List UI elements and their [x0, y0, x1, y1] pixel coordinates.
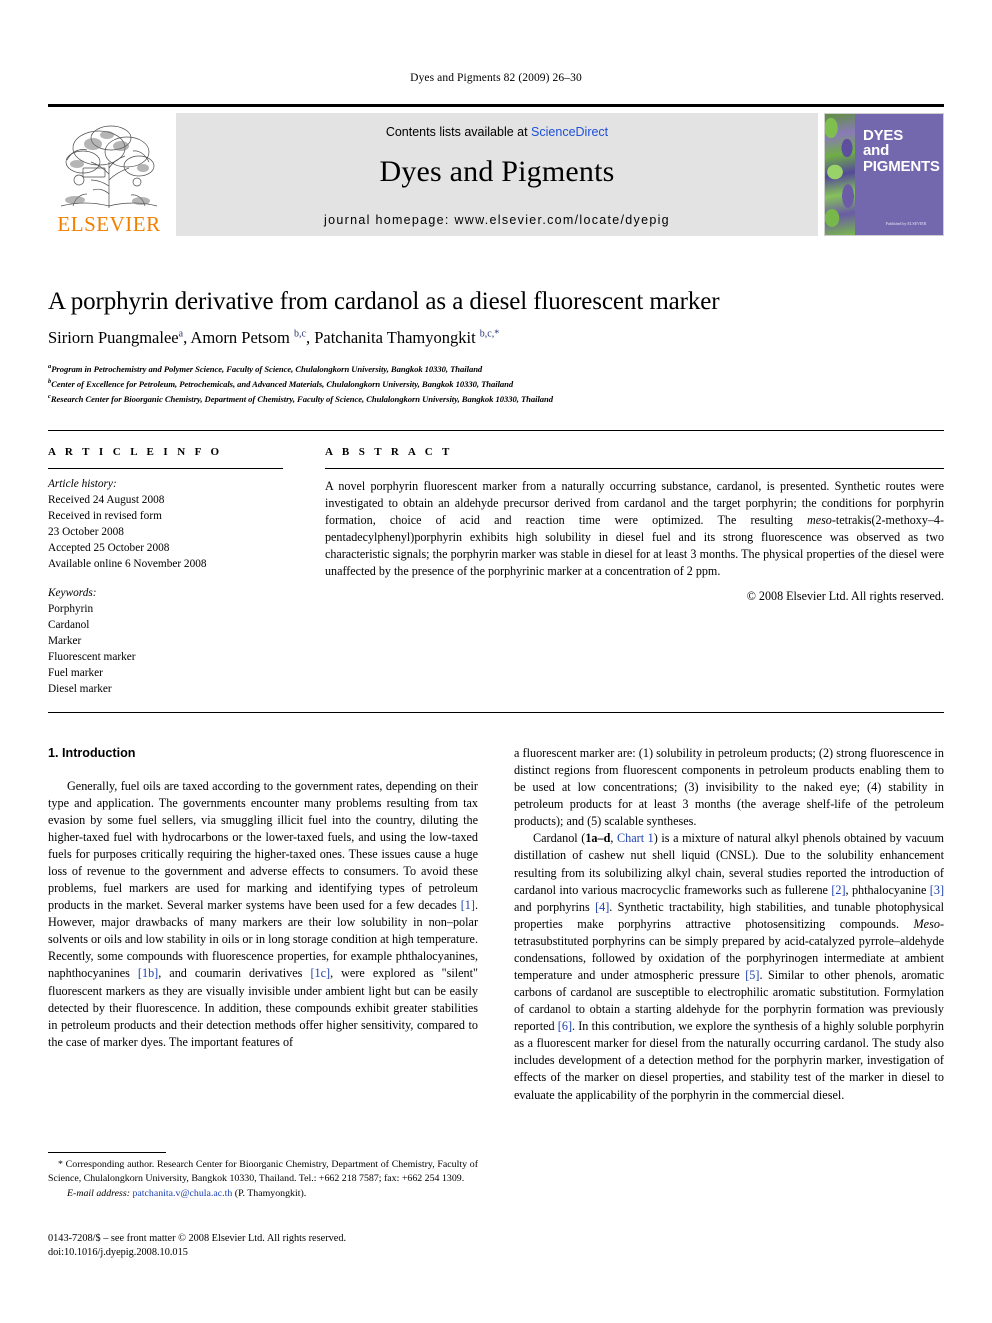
abstract-text: A novel porphyrin fluorescent marker fro… — [325, 479, 944, 579]
keyword-item: Fuel marker — [48, 667, 103, 680]
email-owner: (P. Thamyongkit). — [234, 1188, 307, 1200]
keyword-item: Cardanol — [48, 619, 90, 632]
affiliation-list: aProgram in Petrochemistry and Polymer S… — [48, 362, 928, 406]
article-history-item: Accepted 25 October 2008 — [48, 542, 170, 555]
article-history-item: Received in revised form — [48, 510, 162, 523]
cover-publisher-mark: Published by ELSEVIER — [885, 221, 927, 226]
email-link[interactable]: patchanita.v@chula.ac.th — [132, 1188, 232, 1199]
keyword-item: Fluorescent marker — [48, 651, 136, 664]
author-affil-mark-3: b,c,* — [479, 328, 500, 340]
band-divider-top — [48, 430, 944, 431]
article-history-item: Received 24 August 2008 — [48, 494, 165, 507]
band-divider-bottom — [48, 712, 944, 713]
contents-prefix: Contents lists available at — [385, 125, 532, 139]
affiliation-item: bCenter of Excellence for Petroleum, Pet… — [48, 377, 928, 392]
running-head: Dyes and Pigments 82 (2009) 26–30 — [410, 72, 582, 84]
cover-title-line3: PIGMENTS — [863, 157, 940, 175]
affiliation-text: Research Center for Bioorganic Chemistry… — [50, 393, 554, 404]
article-info-block: A R T I C L E I N F O Article history: R… — [48, 446, 283, 697]
email-label: E-mail address: — [67, 1188, 130, 1200]
elsevier-wordmark: ELSEVIER — [57, 212, 161, 236]
section-heading-introduction: 1. Introduction — [48, 746, 136, 760]
journal-cover-thumbnail[interactable]: DYES and PIGMENTS Published by ELSEVIER — [824, 113, 944, 236]
body-column-right: a fluorescent marker are: (1) solubility… — [514, 745, 944, 1104]
elsevier-logo: ELSEVIER — [48, 113, 170, 236]
elsevier-tree-icon — [53, 122, 165, 214]
abstract-rule — [325, 468, 944, 469]
page-title: A porphyrin derivative from cardanol as … — [48, 288, 720, 315]
article-history-item: Available online 6 November 2008 — [48, 558, 207, 571]
paragraph: Generally, fuel oils are taxed according… — [48, 778, 478, 1049]
abstract-block: A B S T R A C T A novel porphyrin fluore… — [325, 446, 944, 604]
journal-banner: Contents lists available at ScienceDirec… — [176, 113, 818, 236]
author-list: Siriorn Puangmaleea, Amorn Petsom b,c, P… — [48, 328, 500, 347]
doi-line[interactable]: doi:10.1016/j.dyepig.2008.10.015 — [48, 1246, 518, 1260]
keyword-item: Marker — [48, 635, 82, 648]
abstract-heading: A B S T R A C T — [325, 446, 453, 458]
sciencedirect-link[interactable]: ScienceDirect — [531, 125, 608, 139]
imprint-block: 0143-7208/$ – see front matter © 2008 El… — [48, 1232, 518, 1259]
affiliation-text: Program in Petrochemistry and Polymer Sc… — [51, 363, 483, 374]
affiliation-text: Center of Excellence for Petroleum, Petr… — [51, 378, 514, 389]
article-info-rule — [48, 468, 283, 469]
keyword-item: Diesel marker — [48, 683, 112, 696]
paragraph: Cardanol (1a–d, Chart 1) is a mixture of… — [514, 831, 945, 1102]
abstract-copyright: © 2008 Elsevier Ltd. All rights reserved… — [746, 589, 944, 604]
article-history-label: Article history: — [48, 478, 117, 490]
affiliation-item: cResearch Center for Bioorganic Chemistr… — [48, 392, 928, 407]
journal-homepage-link[interactable]: journal homepage: www.elsevier.com/locat… — [176, 213, 818, 227]
article-page: Dyes and Pigments 82 (2009) 26–30 ELSEVI… — [0, 0, 992, 1323]
footnote-rule — [48, 1152, 166, 1153]
keywords-label: Keywords: — [48, 587, 97, 600]
author-name-1: Siriorn Puangmalee — [48, 328, 179, 347]
author-name-3: Patchanita Thamyongkit — [314, 328, 476, 347]
cover-title-line2: and — [863, 142, 890, 160]
author-name-2: Amorn Petsom — [190, 328, 290, 347]
keyword-item: Porphyrin — [48, 603, 94, 616]
journal-masthead: ELSEVIER Contents lists available at Sci… — [48, 104, 944, 236]
journal-title: Dyes and Pigments — [379, 155, 615, 188]
author-affil-mark-1: a — [178, 328, 184, 340]
article-history-item: 23 October 2008 — [48, 526, 124, 539]
author-affil-mark-2: b,c — [294, 328, 306, 340]
cover-title-line1: DYES — [863, 127, 904, 144]
cover-title: DYES and PIGMENTS — [863, 127, 940, 175]
corresponding-author-text: * Corresponding author. Research Center … — [48, 1159, 478, 1184]
cover-marble-artwork — [825, 114, 855, 235]
email-line: E-mail address: patchanita.v@chula.ac.th… — [48, 1187, 478, 1201]
affiliation-item: aProgram in Petrochemistry and Polymer S… — [48, 362, 928, 377]
paragraph: a fluorescent marker are: (1) solubility… — [514, 746, 944, 829]
body-column-left: 1. Introduction Generally, fuel oils are… — [48, 745, 478, 1051]
corresponding-author-footnote: * Corresponding author. Research Center … — [48, 1152, 478, 1201]
issn-line: 0143-7208/$ – see front matter © 2008 El… — [48, 1233, 347, 1244]
contents-available-line: Contents lists available at ScienceDirec… — [176, 125, 818, 139]
article-info-heading: A R T I C L E I N F O — [48, 446, 223, 458]
